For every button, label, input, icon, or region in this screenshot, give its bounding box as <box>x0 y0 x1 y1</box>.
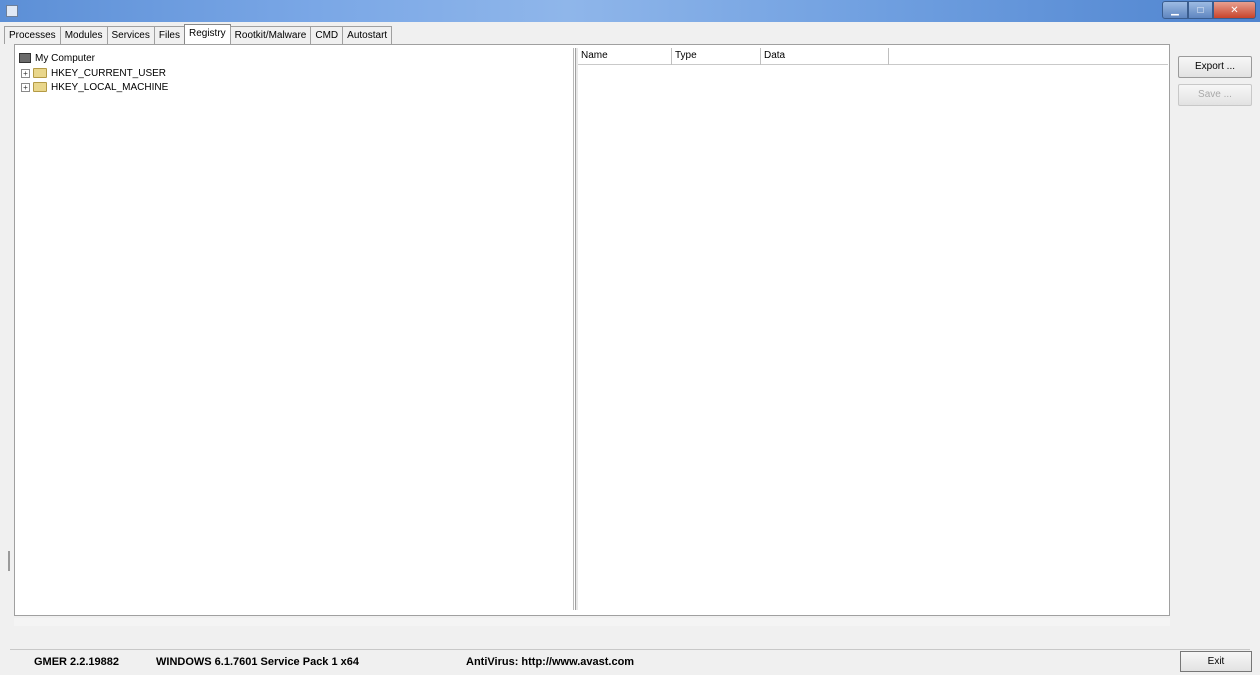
column-filler <box>889 48 909 65</box>
app-icon <box>6 5 18 17</box>
tab-cmd[interactable]: CMD <box>310 26 344 44</box>
tab-modules[interactable]: Modules <box>59 26 108 44</box>
expand-icon[interactable]: + <box>21 82 30 92</box>
exit-button[interactable]: Exit <box>1180 651 1252 672</box>
tree-item-label: HKEY_LOCAL_MACHINE <box>51 81 169 93</box>
horizontal-scrollbar[interactable] <box>14 618 1170 626</box>
gmer-window: ▁ □ ✕ Processes Modules Services Files R… <box>0 0 1260 675</box>
tree-item-hkcu[interactable]: + HKEY_CURRENT_USER <box>21 66 166 80</box>
resize-grip <box>8 551 10 571</box>
computer-icon <box>19 53 31 63</box>
maximize-button[interactable]: □ <box>1188 1 1213 19</box>
tree-root-label: My Computer <box>35 52 96 64</box>
status-antivirus: AntiVirus: http://www.avast.com <box>466 656 635 668</box>
close-button[interactable]: ✕ <box>1213 1 1256 19</box>
column-name[interactable]: Name <box>578 48 672 65</box>
tab-autostart[interactable]: Autostart <box>342 26 393 44</box>
expand-icon[interactable]: + <box>21 68 30 78</box>
window-controls: ▁ □ ✕ <box>1162 1 1256 19</box>
tree-root[interactable]: My Computer <box>19 51 95 65</box>
column-type[interactable]: Type <box>672 48 761 65</box>
status-version: GMER 2.2.19882 <box>34 656 119 668</box>
tree-item-label: HKEY_CURRENT_USER <box>51 67 167 79</box>
column-data[interactable]: Data <box>761 48 889 65</box>
title-bar[interactable]: ▁ □ ✕ <box>0 0 1260 22</box>
minimize-button[interactable]: ▁ <box>1162 1 1188 19</box>
registry-values-list[interactable]: Name Type Data <box>578 48 1168 610</box>
tab-processes[interactable]: Processes <box>4 26 61 44</box>
tab-services[interactable]: Services <box>106 26 155 44</box>
tree-item-hklm[interactable]: + HKEY_LOCAL_MACHINE <box>21 80 168 94</box>
tab-files[interactable]: Files <box>153 26 185 44</box>
tab-rootkit-malware[interactable]: Rootkit/Malware <box>229 26 312 44</box>
registry-tree[interactable]: My Computer + HKEY_CURRENT_USER + HKEY_L… <box>17 48 574 610</box>
list-header: Name Type Data <box>578 48 1168 65</box>
export-button[interactable]: Export ... <box>1178 56 1252 78</box>
status-bar: GMER 2.2.19882 WINDOWS 6.1.7601 Service … <box>10 649 1250 671</box>
status-os: WINDOWS 6.1.7601 Service Pack 1 x64 <box>156 656 360 668</box>
tab-registry[interactable]: Registry <box>183 24 231 44</box>
tab-bar: Processes Modules Services Files Registr… <box>4 24 393 44</box>
folder-icon <box>33 82 47 92</box>
save-button[interactable]: Save ... <box>1178 84 1252 106</box>
folder-icon <box>33 68 47 78</box>
